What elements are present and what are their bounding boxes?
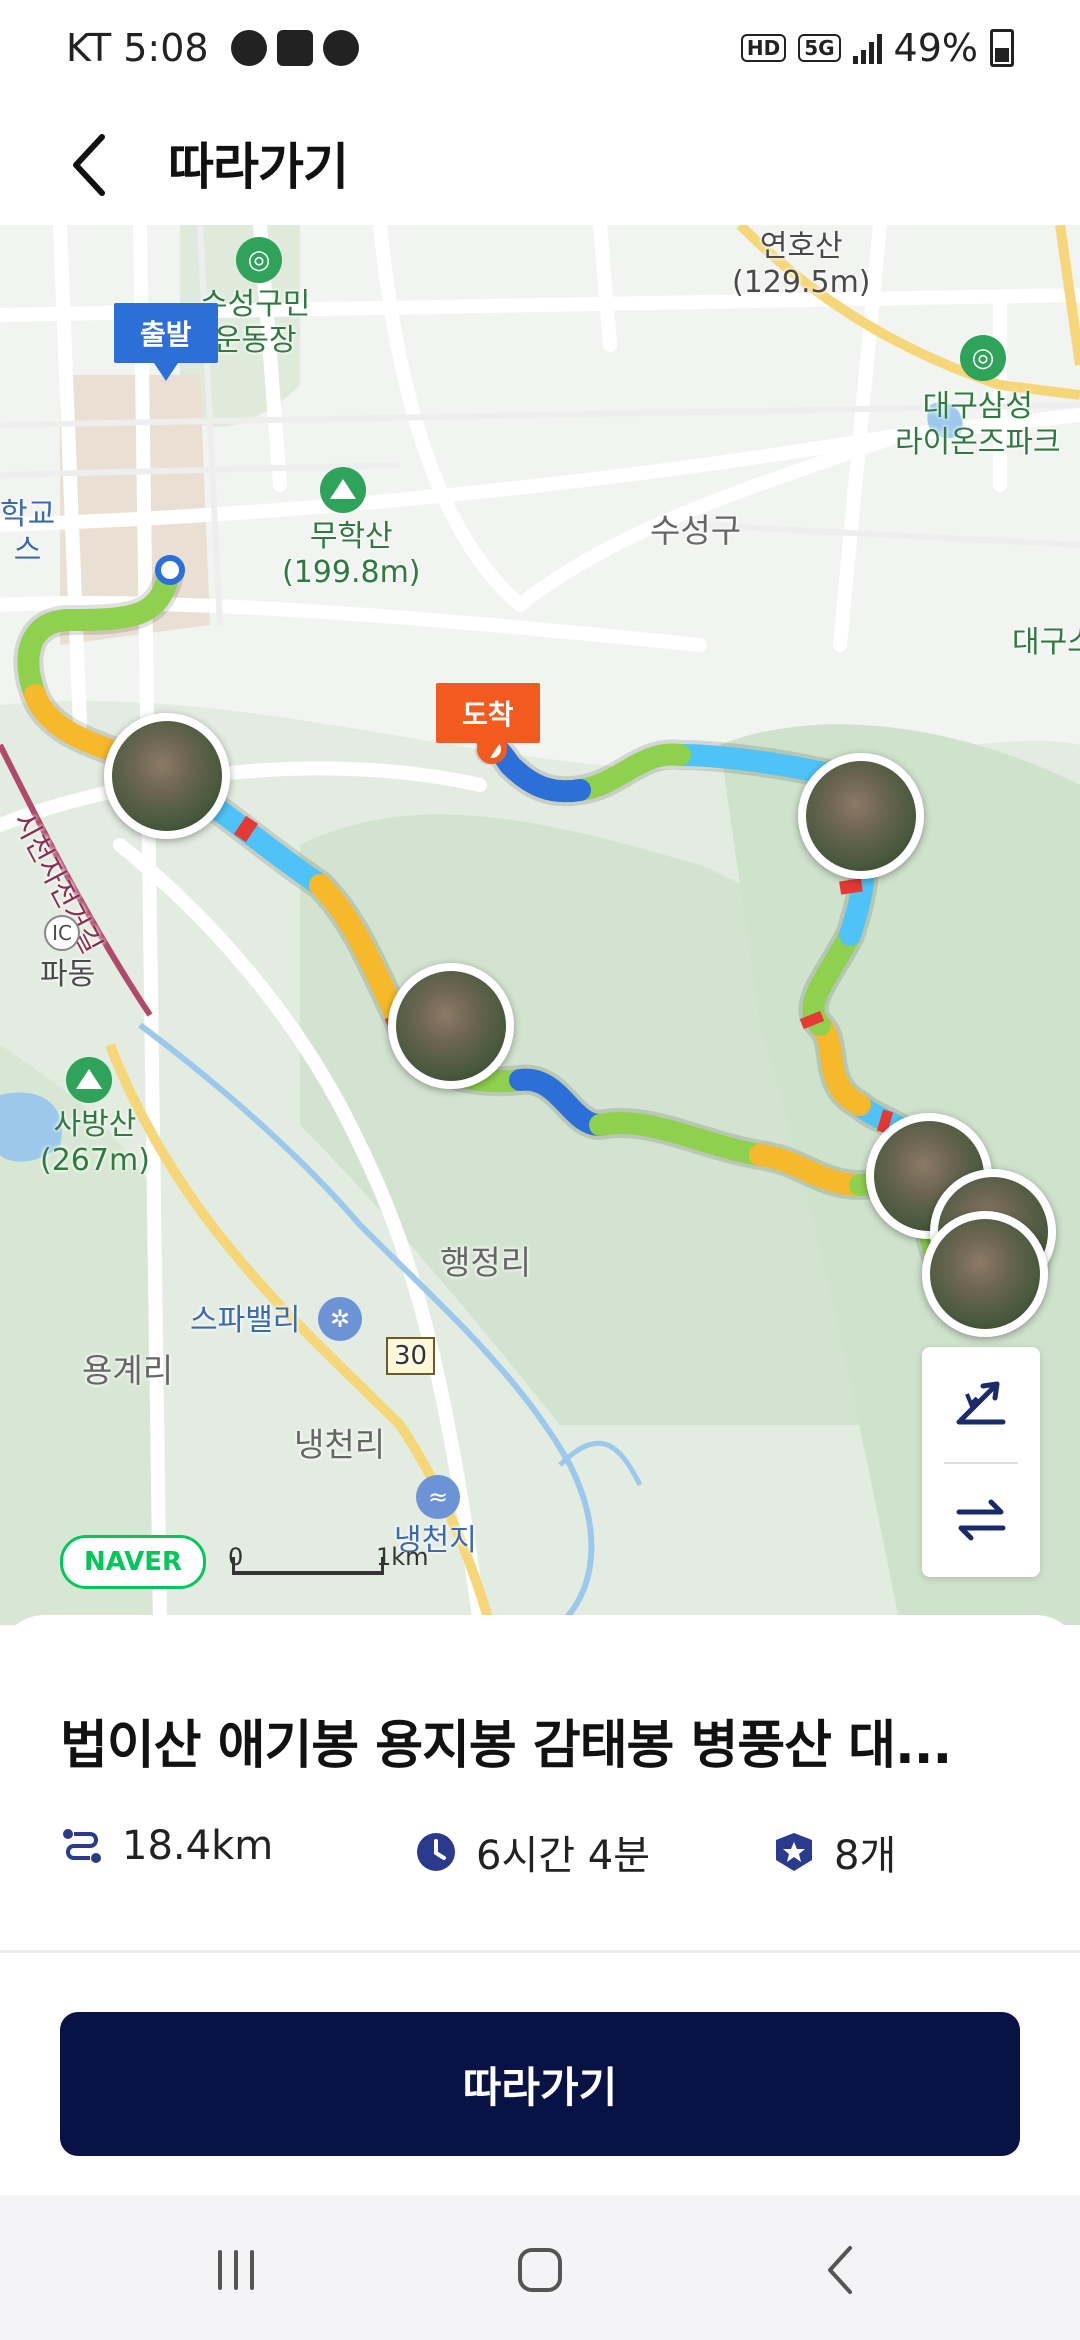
hd-icon: HD <box>740 34 787 62</box>
place-school: 학교 스 <box>0 497 56 568</box>
place-naengcheonri: 냉천리 <box>294 1425 386 1464</box>
photo-marker[interactable] <box>388 963 514 1089</box>
swap-arrows-icon <box>956 1499 1006 1541</box>
chevron-left-icon <box>73 134 105 196</box>
status-left: KT 5:08 <box>66 26 359 70</box>
reservoir-icon: ≈ <box>416 1475 460 1519</box>
page-title: 따라가기 <box>168 138 349 196</box>
place-haengjeongri: 행정리 <box>440 1243 532 1282</box>
route-title: 법이산 애기봉 용지봉 감태봉 병풍산 대... <box>60 1716 952 1776</box>
route-distance-icon <box>63 1829 101 1863</box>
route-detail-sheet: 법이산 애기봉 용지봉 감태봉 병풍산 대... 18.4km 6시간 4분 8… <box>0 1615 1080 2195</box>
place-ic: IC <box>44 915 80 951</box>
place-padong: 파동 <box>40 957 96 992</box>
mountain-icon <box>66 1057 112 1103</box>
route-map[interactable]: ◎ 수성구민 운동장 연호산 (129.5m) ◎ 대구삼성 라이온즈파크 학교… <box>0 225 1080 1625</box>
place-spa-valley: 스파밸리 <box>190 1303 301 1338</box>
gallery-icon <box>276 30 313 66</box>
stamps-value: 8개 <box>834 1833 897 1879</box>
badge-star-icon <box>776 1833 812 1871</box>
stat-distance: 18.4km <box>60 1823 273 1869</box>
back-nav-button[interactable] <box>802 2235 882 2305</box>
status-bar: KT 5:08 HD 5G 49% <box>0 0 1080 105</box>
reverse-direction-button[interactable] <box>922 1465 1040 1575</box>
stat-stamps: 8개 <box>772 1823 896 1881</box>
map-controls <box>922 1347 1040 1577</box>
elevation-toggle-button[interactable] <box>922 1347 1040 1457</box>
app-header: 따라가기 <box>0 105 1080 225</box>
recent-apps-button[interactable] <box>196 2235 276 2305</box>
duration-value: 6시간 4분 <box>476 1833 651 1879</box>
carrier-time: KT 5:08 <box>66 26 209 70</box>
home-icon <box>518 2248 562 2292</box>
recent-apps-icon <box>218 2250 254 2290</box>
stadium-icon: ◎ <box>236 237 282 283</box>
photo-marker[interactable] <box>922 1211 1048 1337</box>
scale-tick <box>381 1557 384 1573</box>
ballpark-icon: ◎ <box>960 335 1006 381</box>
battery-percent: 49% <box>893 26 978 70</box>
route-stats: 18.4km 6시간 4분 8개 <box>60 1823 1040 1883</box>
place-muhaksan: 무학산 (199.8m) <box>282 519 421 590</box>
elevation-icon <box>956 1381 1006 1425</box>
photo-marker[interactable] <box>104 713 230 839</box>
cloud-chat-icon <box>322 30 359 66</box>
end-flag: 도착 <box>436 683 540 761</box>
home-button[interactable] <box>500 2235 580 2305</box>
network-5g-icon: 5G <box>798 34 841 62</box>
spa-valley-icon: ✲ <box>318 1297 362 1341</box>
start-flag: 출발 <box>114 303 218 381</box>
place-suseonggu: 수성구 <box>650 511 742 550</box>
place-yeonhosan: 연호산 (129.5m) <box>732 229 871 300</box>
scale-bar <box>232 1571 384 1575</box>
back-button[interactable] <box>62 125 142 205</box>
photo-marker[interactable] <box>798 753 924 879</box>
talk-icon <box>230 30 267 66</box>
start-flag-label: 출발 <box>140 318 192 351</box>
follow-button[interactable]: 따라가기 <box>60 2012 1020 2156</box>
system-nav-bar <box>0 2195 1080 2340</box>
place-sabangsan: 사방산 (267m) <box>40 1107 150 1178</box>
distance-value: 18.4km <box>122 1823 274 1869</box>
mountain-icon <box>320 467 366 513</box>
back-nav-icon <box>828 2246 852 2294</box>
scale-tick <box>232 1557 235 1573</box>
status-right: HD 5G 49% <box>740 26 1014 70</box>
signal-icon <box>852 32 882 64</box>
naver-logo: NAVER <box>60 1535 206 1589</box>
battery-icon <box>990 29 1014 67</box>
end-flag-label: 도착 <box>462 698 514 731</box>
place-yonggyeri: 용계리 <box>82 1351 174 1390</box>
place-daegu-park: 대구삼성 라이온즈파크 <box>895 389 1061 460</box>
scale-zero: 0 <box>228 1543 244 1571</box>
route-number-badge: 30 <box>386 1337 436 1375</box>
controls-divider <box>944 1462 1018 1464</box>
clock-icon <box>417 1833 455 1871</box>
place-daegu-right: 대구스 <box>1012 625 1080 660</box>
map-scale: 0 1km <box>228 1543 429 1579</box>
stat-duration: 6시간 4분 <box>414 1823 650 1881</box>
sheet-divider <box>0 1950 1080 1953</box>
